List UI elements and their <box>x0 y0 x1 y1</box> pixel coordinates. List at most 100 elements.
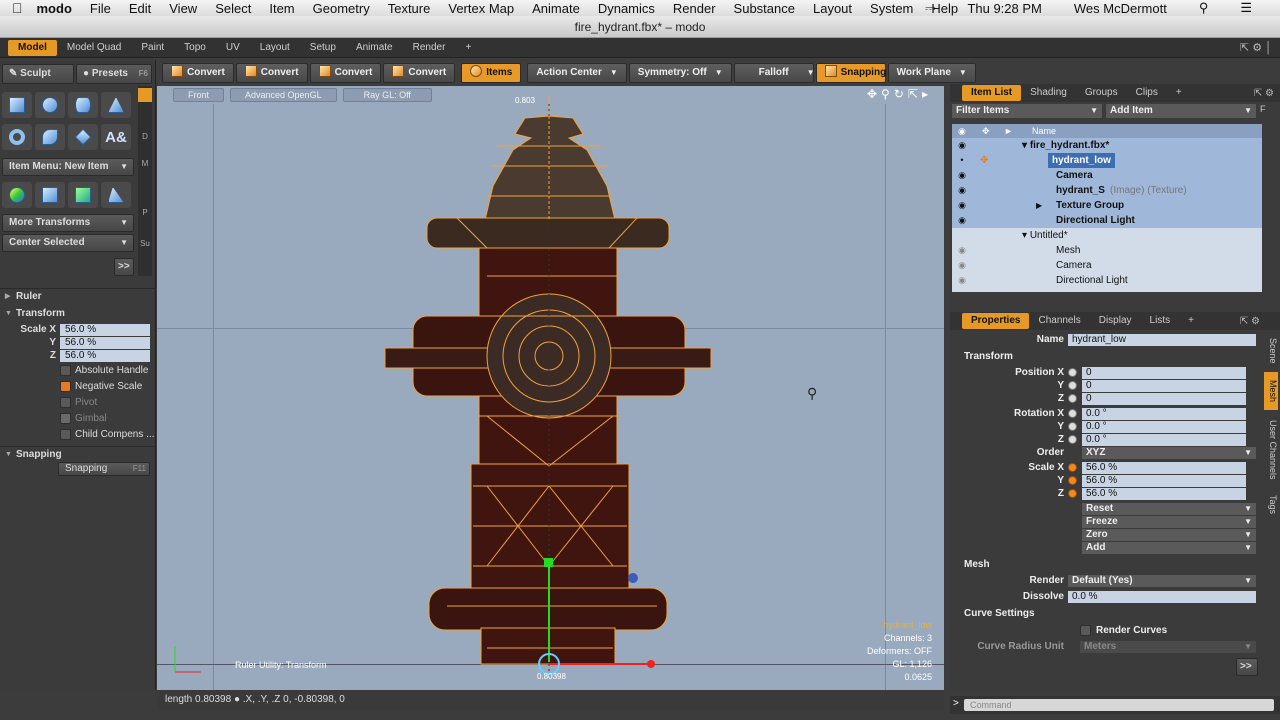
menu-view[interactable]: View <box>169 1 197 16</box>
list-item[interactable]: ▾ Untitled* <box>952 228 1262 243</box>
snapping-section[interactable]: ▼ Snapping <box>0 446 156 462</box>
pen-tool[interactable] <box>68 124 98 150</box>
menu-item[interactable]: Item <box>269 1 294 16</box>
item-menu-dropdown[interactable]: Item Menu: New Item ▼ <box>2 158 134 176</box>
strip-su[interactable]: Su <box>138 239 152 248</box>
menu-file[interactable]: File <box>90 1 111 16</box>
add-item-dropdown[interactable]: Add Item ▼ <box>1106 104 1256 118</box>
cone-tool[interactable] <box>101 92 131 118</box>
curve-settings-header[interactable]: Curve Settings <box>964 608 1035 619</box>
side-tab-tags[interactable]: Tags <box>1264 490 1278 520</box>
zero-dropdown[interactable]: Zero ▼ <box>1082 529 1256 541</box>
pivot-checkbox[interactable] <box>60 397 71 408</box>
side-tab-scene[interactable]: Scene <box>1264 332 1278 370</box>
keyframe-dot[interactable] <box>1068 489 1077 498</box>
torus-tool[interactable] <box>2 124 32 150</box>
app-menu[interactable]: modo <box>37 1 72 16</box>
lock-icon[interactable]: ✥ <box>980 153 988 168</box>
tube-tool[interactable] <box>35 124 65 150</box>
expand-icon[interactable]: ▶ <box>1036 198 1042 213</box>
symmetry-dropdown[interactable]: Symmetry: Off ▼ <box>628 63 732 83</box>
absolute-handle-checkbox[interactable] <box>60 365 71 376</box>
strip-p[interactable]: P <box>138 208 152 217</box>
tab-display[interactable]: Display <box>1090 313 1141 329</box>
rotation-z-field[interactable]: 0.0 ° <box>1082 434 1246 446</box>
filter-items-dropdown[interactable]: Filter Items ▼ <box>952 104 1102 118</box>
strip-m[interactable]: M <box>138 159 152 168</box>
tab-shading[interactable]: Shading <box>1021 85 1076 101</box>
tab-paint[interactable]: Paint <box>131 40 174 56</box>
tab-clips[interactable]: Clips <box>1127 85 1167 101</box>
tab-channels[interactable]: Channels <box>1029 313 1089 329</box>
negative-scale-checkbox[interactable] <box>60 381 71 392</box>
expand-properties-button[interactable]: >> <box>1236 658 1258 676</box>
side-tab-user-channels[interactable]: User Channels <box>1264 412 1278 488</box>
clock[interactable]: Thu 9:28 PM <box>967 1 1041 16</box>
scale-y-field[interactable]: 56.0 % <box>60 337 150 349</box>
rotation-x-field[interactable]: 0.0 ° <box>1082 408 1246 420</box>
menu-layout[interactable]: Layout <box>813 1 852 16</box>
list-item[interactable]: ◉ Directional Light <box>952 273 1262 288</box>
tab-model-quad[interactable]: Model Quad <box>57 40 131 56</box>
tab-animate[interactable]: Animate <box>346 40 403 56</box>
menu-geometry[interactable]: Geometry <box>313 1 370 16</box>
reset-dropdown[interactable]: Reset ▼ <box>1082 503 1256 515</box>
list-item[interactable]: ◉ ▶ Texture Group <box>952 198 1262 213</box>
order-dropdown[interactable]: XYZ ▼ <box>1082 447 1256 459</box>
tab-layout[interactable]: Layout <box>250 40 300 56</box>
eye-icon[interactable]: ◉ <box>956 213 968 228</box>
eye-icon[interactable]: ◉ <box>956 258 968 273</box>
add-dropdown[interactable]: Add ▼ <box>1082 542 1256 554</box>
keyframe-dot[interactable] <box>1068 476 1077 485</box>
keyframe-dot[interactable] <box>1068 463 1077 472</box>
gimbal-checkbox[interactable] <box>60 413 71 424</box>
menu-substance[interactable]: Substance <box>734 1 795 16</box>
cube-tool[interactable] <box>2 92 32 118</box>
list-item[interactable]: ◉ ▾ fire_hydrant.fbx* <box>952 138 1262 153</box>
eye-icon[interactable]: ◉ <box>956 138 968 153</box>
keyframe-dot[interactable] <box>1068 409 1077 418</box>
tab-model[interactable]: Model <box>8 39 57 56</box>
list-item[interactable]: ◉ hydrant_S (Image) (Texture) <box>952 183 1262 198</box>
ruler-section[interactable]: ▶ Ruler <box>0 288 156 304</box>
user-name[interactable]: Wes McDermott <box>1074 1 1167 16</box>
keyframe-dot[interactable] <box>1068 422 1077 431</box>
tab-uv[interactable]: UV <box>216 40 250 56</box>
tab-item-list[interactable]: Item List <box>962 85 1022 101</box>
eye-icon[interactable]: ◉ <box>956 243 968 258</box>
fire-hydrant-mesh[interactable]: ⚲ <box>157 86 944 690</box>
sphere-tool[interactable] <box>35 92 65 118</box>
tab-properties[interactable]: Properties <box>962 313 1030 329</box>
tab-topo[interactable]: Topo <box>174 40 216 56</box>
transform-tool[interactable] <box>2 182 32 208</box>
menu-animate[interactable]: Animate <box>532 1 580 16</box>
tab-setup[interactable]: Setup <box>300 40 346 56</box>
strip-d[interactable]: D <box>138 132 152 141</box>
scale-y-field[interactable]: 56.0 % <box>1082 475 1246 487</box>
transform-section[interactable]: ▼ Transform <box>0 306 156 322</box>
name-column-header[interactable]: Name <box>1032 124 1056 138</box>
scale-tool[interactable] <box>101 182 131 208</box>
position-z-field[interactable]: 0 <box>1082 393 1246 405</box>
snapping-toggle-button[interactable]: Snapping F11 <box>58 462 150 476</box>
menu-render[interactable]: Render <box>673 1 716 16</box>
spotlight-icon[interactable]: ⚲ <box>1199 0 1209 16</box>
list-item[interactable]: ◉ Directional Light <box>952 213 1262 228</box>
convert-button-2[interactable]: Convert <box>235 63 308 83</box>
work-plane-dropdown[interactable]: Work Plane ▼ <box>887 63 976 83</box>
scale-x-field[interactable]: 56.0 % <box>60 324 150 336</box>
dissolve-field[interactable]: 0.0 % <box>1068 591 1256 603</box>
name-field[interactable]: hydrant_low <box>1068 334 1256 346</box>
sculpt-button[interactable]: ✎ Sculpt <box>2 64 74 84</box>
eye-icon[interactable]: ◉ <box>956 273 968 288</box>
child-compensation-checkbox[interactable] <box>60 429 71 440</box>
keyframe-dot[interactable] <box>1068 381 1077 390</box>
scale-z-field[interactable]: 56.0 % <box>1082 488 1246 500</box>
side-tab-mesh[interactable]: Mesh <box>1264 372 1278 410</box>
screen-icon[interactable]: ⎓ <box>925 0 935 16</box>
keyframe-dot[interactable] <box>1068 435 1077 444</box>
notifications-icon[interactable]: ☰ <box>1240 0 1252 16</box>
filter-options-icon[interactable]: F <box>1260 104 1266 114</box>
rotation-y-field[interactable]: 0.0 ° <box>1082 421 1246 433</box>
render-curves-checkbox[interactable] <box>1080 625 1091 636</box>
